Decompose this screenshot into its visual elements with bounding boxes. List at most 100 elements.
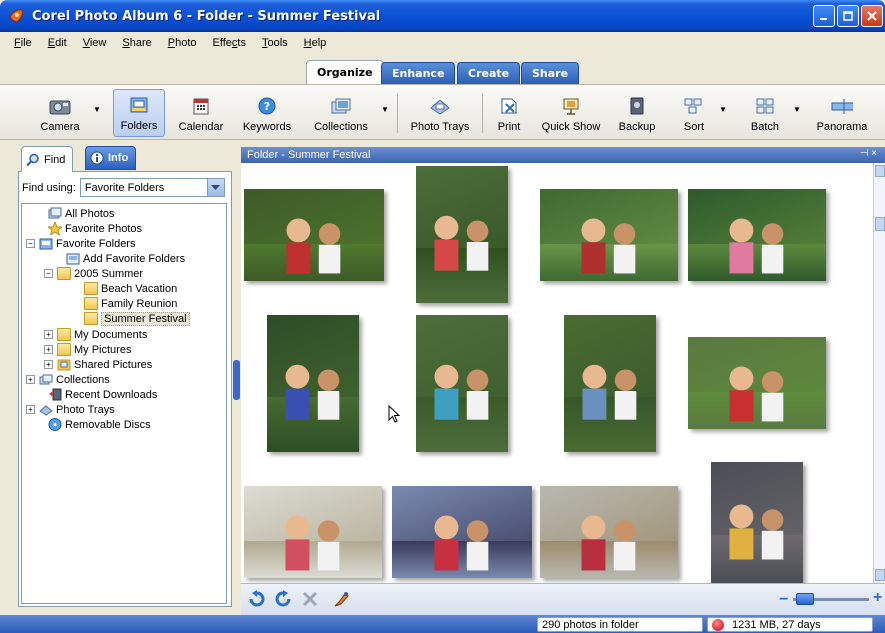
delete-button[interactable] (301, 590, 319, 608)
tree-item-my-documents[interactable]: + My Documents (44, 327, 147, 342)
zoom-in-icon[interactable]: + (873, 589, 882, 607)
pin-close-icon[interactable]: ⊣ × (860, 148, 877, 159)
find-using-value: Favorite Folders (84, 181, 165, 194)
menu-view[interactable]: View (75, 37, 115, 49)
tree-label: Removable Discs (65, 418, 151, 431)
menu-help[interactable]: Help (296, 37, 335, 49)
tree-item-shared-pictures[interactable]: + Shared Pictures (44, 357, 152, 372)
collapse-pane-handle[interactable] (233, 360, 240, 400)
find-using-select[interactable]: Favorite Folders (79, 178, 225, 197)
expand-icon[interactable]: + (44, 360, 53, 369)
menu-file-rest: ile (20, 37, 32, 49)
folders-button[interactable]: Folders (113, 89, 165, 137)
scroll-up-icon[interactable] (875, 165, 885, 177)
tree-item-favorite-folders[interactable]: − Favorite Folders (26, 236, 135, 251)
rotate-left-button[interactable] (248, 590, 266, 608)
close-button[interactable] (861, 5, 883, 27)
tab-info[interactable]: Info (85, 146, 137, 170)
calendar-label: Calendar (178, 121, 224, 133)
maximize-button[interactable] (837, 5, 859, 27)
tree-label: Recent Downloads (65, 388, 158, 401)
zoom-out-icon[interactable]: − (779, 591, 788, 609)
edit-button[interactable] (333, 590, 351, 608)
tree-item-summer-festival[interactable]: Summer Festival (84, 311, 190, 326)
collections-dropdown-icon[interactable]: ▼ (381, 105, 389, 114)
tab-organize[interactable]: Organize (306, 60, 384, 84)
rotate-right-button[interactable] (274, 590, 292, 608)
tab-create[interactable]: Create (457, 62, 521, 84)
calendar-button[interactable]: Calendar (176, 89, 226, 137)
tree-item-beach-vacation[interactable]: Beach Vacation (84, 281, 177, 296)
menu-effects[interactable]: Effects (205, 37, 254, 49)
chevron-down-icon[interactable] (206, 179, 224, 196)
zoom-slider-thumb[interactable] (796, 593, 814, 605)
tree-item-2005-summer[interactable]: − 2005 Summer (44, 266, 143, 281)
scroll-thumb[interactable] (875, 217, 885, 231)
scroll-down-icon[interactable] (875, 569, 885, 581)
photo-thumbnail-girl-crafts[interactable] (392, 486, 532, 578)
camera-dropdown-icon[interactable]: ▼ (93, 105, 101, 114)
tree-item-my-pictures[interactable]: + My Pictures (44, 342, 131, 357)
photo-thumbnail-girls-hats[interactable] (244, 486, 382, 578)
photo-thumbnail-girls-bench[interactable] (540, 486, 678, 578)
photo-trays-icon (429, 96, 451, 116)
photo-thumbnail-two-girls-smiling[interactable] (564, 315, 656, 452)
batch-button[interactable]: Batch (745, 89, 785, 137)
toolbar-separator (482, 93, 483, 133)
sort-button[interactable]: Sort (678, 89, 710, 137)
photo-thumbnail-boy-girl-portrait[interactable] (416, 315, 508, 452)
panorama-button[interactable]: Panorama (815, 89, 869, 137)
find-using-label: Find using: (22, 181, 76, 194)
expand-icon[interactable]: + (44, 330, 53, 339)
tree-item-favorite-photos[interactable]: Favorite Photos (48, 221, 142, 236)
tree-item-removable-discs[interactable]: Removable Discs (48, 417, 151, 432)
expand-icon[interactable]: + (26, 405, 35, 414)
tree-label: Favorite Photos (65, 222, 143, 235)
sort-dropdown-icon[interactable]: ▼ (719, 105, 727, 114)
folder-open-icon (57, 267, 71, 280)
tree-item-photo-trays[interactable]: + Photo Trays (26, 402, 115, 417)
batch-dropdown-icon[interactable]: ▼ (793, 105, 801, 114)
tree-item-recent-downloads[interactable]: Recent Downloads (48, 387, 157, 402)
photo-thumbnail-kids-games-field[interactable] (688, 337, 826, 429)
menu-edit[interactable]: Edit (40, 37, 75, 49)
photo-thumbnail-mother-daughter[interactable] (267, 315, 359, 452)
photo-thumbnail-girl-watermelon[interactable] (416, 166, 508, 303)
tree-label: Family Reunion (101, 297, 178, 310)
backup-button[interactable]: Backup (615, 89, 659, 137)
menu-file-accel: F (14, 37, 21, 49)
camera-label: Camera (40, 121, 80, 133)
keywords-button[interactable]: ? Keywords (238, 89, 296, 137)
collapse-icon[interactable]: − (26, 239, 35, 248)
print-button[interactable]: Print (492, 89, 526, 137)
photo-thumbnail-boy-guitar[interactable] (711, 462, 803, 583)
tab-find[interactable]: Find (21, 146, 74, 172)
backup-icon (626, 96, 648, 116)
photo-thumbnail-kids-running-field[interactable] (688, 189, 826, 281)
edit-brush-icon (334, 592, 349, 607)
collections-button[interactable]: Collections (310, 89, 372, 137)
minimize-button[interactable] (813, 5, 835, 27)
menu-file[interactable]: File (6, 37, 40, 49)
tree-item-family-reunion[interactable]: Family Reunion (84, 296, 177, 311)
menu-tools[interactable]: Tools (254, 37, 296, 49)
photo-trays-button[interactable]: Photo Trays (407, 89, 473, 137)
keywords-label: Keywords (242, 121, 292, 133)
collapse-icon[interactable]: − (44, 269, 53, 278)
menu-share[interactable]: Share (114, 37, 159, 49)
expand-icon[interactable]: + (44, 345, 53, 354)
expand-icon[interactable]: + (26, 375, 35, 384)
menu-effects-rest: ts (237, 37, 246, 49)
tab-enhance[interactable]: Enhance (381, 62, 456, 84)
pane-splitter[interactable] (232, 142, 241, 608)
camera-button[interactable]: Camera (36, 89, 84, 137)
photo-thumbnail-kids-picnic-dog[interactable] (244, 189, 384, 281)
tree-item-all-photos[interactable]: All Photos (48, 206, 115, 221)
menu-photo[interactable]: Photo (160, 37, 205, 49)
quick-show-button[interactable]: Quick Show (540, 89, 602, 137)
tree-item-add-favorite-folders[interactable]: Add Favorite Folders (66, 251, 185, 266)
photo-grid-scrollbar[interactable] (873, 163, 885, 583)
tree-item-collections[interactable]: + Collections (26, 372, 110, 387)
tab-share[interactable]: Share (521, 62, 580, 84)
photo-thumbnail-cupcakes-table[interactable] (540, 189, 678, 281)
